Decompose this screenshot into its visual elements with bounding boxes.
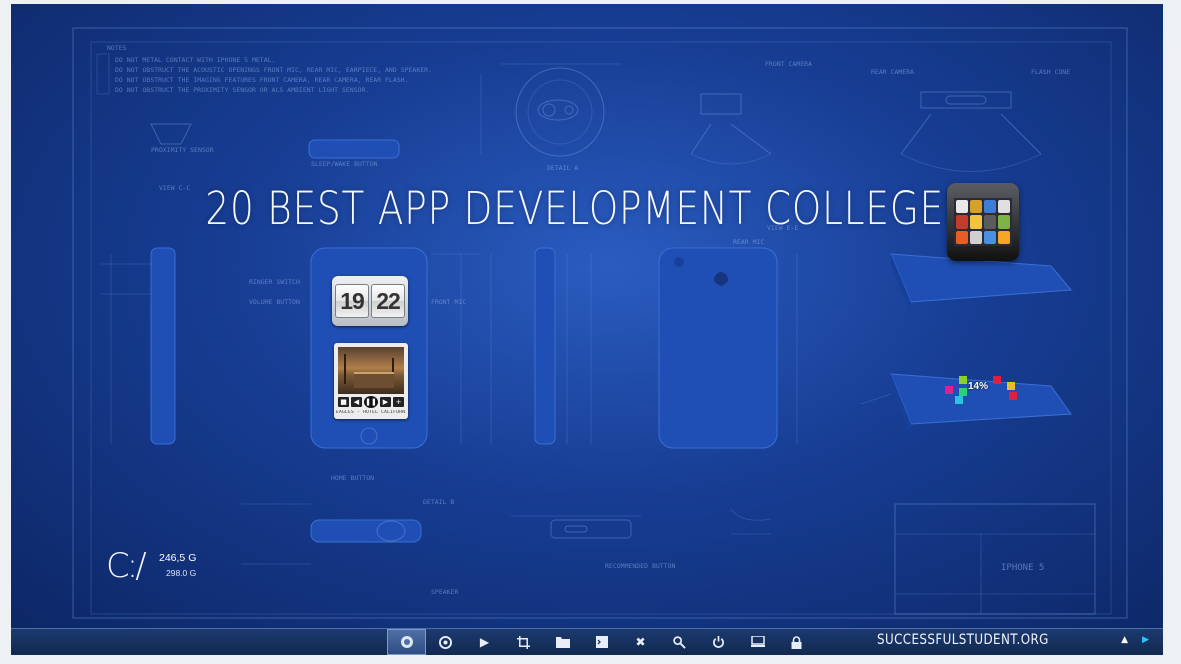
lock-icon[interactable]	[777, 629, 816, 655]
cpu-percent: 14%	[968, 381, 989, 392]
svg-text:VOLUME BUTTON: VOLUME BUTTON	[249, 298, 300, 306]
computer-icon[interactable]	[738, 629, 777, 655]
svg-text:FRONT MIC: FRONT MIC	[431, 298, 466, 306]
iphone-widget[interactable]	[947, 183, 1019, 261]
flip-clock-widget[interactable]: 19 22	[332, 276, 408, 326]
taskbar-icons: ▶ ✖	[387, 629, 816, 655]
iphone-icon	[947, 183, 1019, 261]
cpu-meter-widget[interactable]: 14%	[939, 374, 1019, 410]
svg-text:REAR MIC: REAR MIC	[733, 238, 764, 246]
svg-text:DETAIL A: DETAIL A	[547, 164, 578, 172]
track-title: EAGLES - HOTEL CALIFORNIA	[336, 410, 406, 415]
svg-text:FLASH CONE: FLASH CONE	[1031, 68, 1070, 76]
site-watermark: SUCCESSFULSTUDENT.ORG	[877, 632, 1049, 648]
system-tray: ▲ ▶	[1121, 635, 1149, 645]
svg-text:IPHONE 5: IPHONE 5	[1001, 563, 1044, 573]
more-button[interactable]: +	[393, 397, 404, 407]
svg-text:RINGER SWITCH: RINGER SWITCH	[249, 278, 300, 286]
drive-letter: C:/	[106, 546, 147, 586]
next-button[interactable]: ▶	[380, 397, 391, 407]
svg-text:DETAIL B: DETAIL B	[423, 498, 454, 506]
svg-text:PROXIMITY SENSOR: PROXIMITY SENSOR	[151, 146, 214, 154]
svg-text:RECOMMENDED BUTTON: RECOMMENDED BUTTON	[605, 562, 676, 570]
folder-icon[interactable]	[543, 629, 582, 655]
svg-text:SPEAKER: SPEAKER	[431, 588, 458, 596]
clock-minutes: 22	[371, 284, 405, 318]
drive-total: 298.0 G	[166, 568, 197, 578]
page-headline: 20 BEST APP DEVELOPMENT COLLEGES	[205, 182, 969, 235]
svg-text:SLEEP/WAKE BUTTON: SLEEP/WAKE BUTTON	[311, 160, 378, 168]
svg-text:DO NOT OBSTRUCT THE PROXIMITY: DO NOT OBSTRUCT THE PROXIMITY SENSOR OR …	[115, 86, 369, 94]
blueprint-labels: FRONT CAMERA REAR CAMERA FLASH CONE PROX…	[151, 60, 1070, 596]
svg-text:HOME BUTTON: HOME BUTTON	[331, 474, 374, 482]
media-player-widget[interactable]: ■ ◀ ❚❚ ▶ + EAGLES - HOTEL CALIFORNIA	[334, 343, 408, 419]
desktop: NOTES DO NOT METAL CONTACT WITH IPHONE 5…	[11, 4, 1163, 628]
svg-text:DO NOT METAL CONTACT WITH IPHO: DO NOT METAL CONTACT WITH IPHONE 5 METAL…	[115, 56, 275, 64]
drive-used: 246,5 G	[159, 552, 197, 564]
power-icon[interactable]	[699, 629, 738, 655]
crop-icon[interactable]	[504, 629, 543, 655]
pause-button[interactable]: ❚❚	[364, 396, 378, 408]
search-icon[interactable]	[660, 629, 699, 655]
play-arrow-icon[interactable]: ▶	[1142, 635, 1149, 645]
svg-text:DO NOT OBSTRUCT THE ACOUSTIC O: DO NOT OBSTRUCT THE ACOUSTIC OPENINGS FR…	[115, 66, 432, 74]
previous-button[interactable]: ◀	[351, 397, 362, 407]
drive-space-widget[interactable]: C:/ 246,5 G 298.0 G	[106, 546, 216, 588]
terminal-icon[interactable]	[582, 629, 621, 655]
tools-icon[interactable]: ✖	[621, 629, 660, 655]
svg-text:REAR CAMERA: REAR CAMERA	[871, 68, 914, 76]
stop-button[interactable]: ■	[338, 397, 349, 407]
notes-header: NOTES	[107, 44, 127, 52]
up-arrow-icon[interactable]: ▲	[1121, 635, 1128, 645]
start-orb-icon[interactable]	[387, 629, 426, 655]
blueprint-wallpaper: NOTES DO NOT METAL CONTACT WITH IPHONE 5…	[72, 27, 1128, 619]
svg-text:DO NOT OBSTRUCT THE IMAGING FE: DO NOT OBSTRUCT THE IMAGING FEATURES FRO…	[115, 76, 409, 84]
spec-notes: NOTES DO NOT METAL CONTACT WITH IPHONE 5…	[96, 44, 432, 95]
media-controls: ■ ◀ ❚❚ ▶ +	[338, 396, 404, 408]
play-icon[interactable]: ▶	[465, 629, 504, 655]
clock-hours: 19	[335, 284, 369, 318]
chrome-icon[interactable]	[426, 629, 465, 655]
album-art	[338, 347, 404, 394]
title-block: IPHONE 5	[894, 503, 1096, 615]
taskbar: ▶ ✖ SUCCESSFULSTUDENT.ORG ▲ ▶	[11, 628, 1163, 655]
svg-text:FRONT CAMERA: FRONT CAMERA	[765, 60, 812, 68]
